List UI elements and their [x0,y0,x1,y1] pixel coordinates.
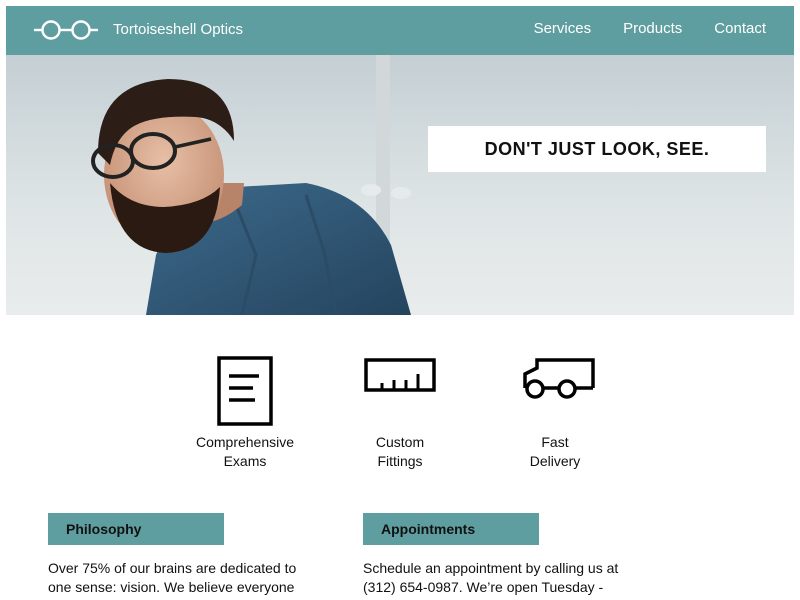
nav-contact-link[interactable]: Contact [714,20,766,37]
brand-name[interactable]: Tortoiseshell Optics [113,21,243,38]
main-nav: Services Products Contact [502,20,766,37]
feature-delivery-label: Fast Delivery [529,434,581,469]
feature-fittings-label: Custom Fittings [375,434,425,469]
truck-icon [523,358,595,399]
philosophy-heading: Philosophy [48,513,224,545]
appointments-text: Schedule an appointment by calling us at… [363,560,619,595]
nav-services-link[interactable]: Services [534,20,592,37]
feature-fittings[interactable]: Custom Fittings [335,350,465,471]
hero-photo [6,55,794,315]
header-bar: Tortoiseshell Optics Services Products C… [6,6,794,55]
appointments-section: Appointments Schedule an appointment by … [363,513,643,597]
hero-banner: DON'T JUST LOOK, SEE. [6,55,794,315]
feature-exams[interactable]: Comprehensive Exams [180,350,310,471]
ruler-icon [364,358,436,392]
appointments-heading: Appointments [363,513,539,545]
feature-exams-label: Comprehensive Exams [195,434,295,469]
feature-delivery[interactable]: Fast Delivery [490,350,620,471]
features-row: Comprehensive Exams Custom Fittings Fast… [0,350,800,480]
nav-products-link[interactable]: Products [623,20,682,37]
glasses-icon[interactable] [34,18,98,42]
page: Tortoiseshell Optics Services Products C… [0,0,800,600]
philosophy-text: Over 75% of our brains are dedicated to … [48,560,297,595]
document-icon [217,356,273,426]
hero-tagline: DON'T JUST LOOK, SEE. [428,126,766,172]
philosophy-section: Philosophy Over 75% of our brains are de… [48,513,328,597]
